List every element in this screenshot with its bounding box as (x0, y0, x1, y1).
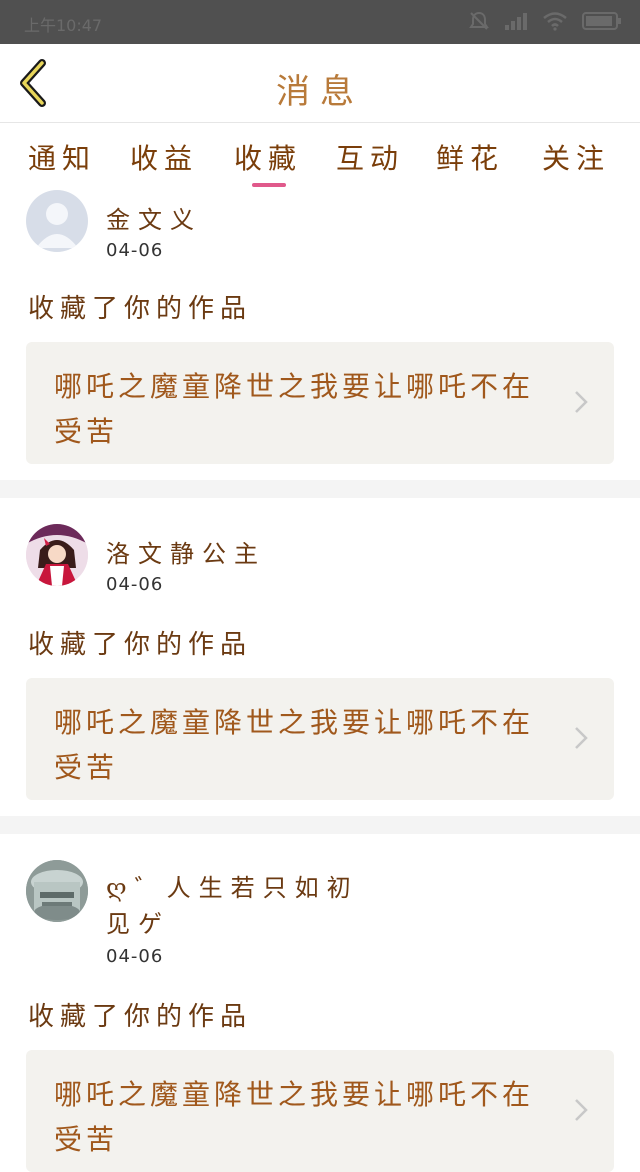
message-date: 04-06 (106, 574, 164, 595)
chevron-right-icon (575, 1099, 588, 1121)
user-name[interactable]: 洛文静公主 (106, 534, 266, 569)
work-link[interactable]: 哪吒之魔童降世之我要让哪吒不在受苦 (26, 678, 614, 800)
mute-icon (469, 11, 489, 30)
tab-flowers[interactable]: 鲜花 (436, 137, 504, 177)
status-time: 上午10:47 (24, 16, 103, 35)
message-item: ღ゛人生若只如初见ゲ 04-06 收藏了你的作品 哪吒之魔童降世之我要让哪吒不在… (0, 834, 640, 1172)
tab-notice[interactable]: 通知 (28, 137, 96, 177)
wifi-icon (543, 12, 567, 31)
message-action: 收藏了你的作品 (28, 1002, 253, 1032)
message-action: 收藏了你的作品 (28, 630, 253, 660)
chevron-right-icon (575, 391, 588, 413)
message-date: 04-06 (106, 240, 164, 261)
divider (0, 816, 640, 834)
status-icons (468, 10, 622, 32)
user-name[interactable]: 金文义 (106, 200, 202, 235)
status-bar: 上午10:47 (0, 0, 640, 44)
work-link[interactable]: 哪吒之魔童降世之我要让哪吒不在受苦 (26, 342, 614, 464)
divider (0, 480, 640, 498)
message-item: 洛文静公主 04-06 收藏了你的作品 哪吒之魔童降世之我要让哪吒不在受苦 (0, 498, 640, 816)
page-title: 消息 (276, 72, 364, 112)
tab-favorites[interactable]: 收藏 (234, 137, 302, 177)
tab-interactions[interactable]: 互动 (336, 137, 404, 177)
work-title: 哪吒之魔童降世之我要让哪吒不在受苦 (54, 370, 535, 448)
glass-avatar[interactable] (26, 860, 88, 922)
nav-bar: 消息 (0, 44, 640, 123)
anime-girl-avatar[interactable] (26, 524, 88, 586)
work-title: 哪吒之魔童降世之我要让哪吒不在受苦 (54, 1078, 535, 1156)
work-link[interactable]: 哪吒之魔童降世之我要让哪吒不在受苦 (26, 1050, 614, 1172)
signal-icon (505, 13, 527, 30)
message-date: 04-06 (106, 946, 164, 967)
chevron-right-icon (575, 727, 588, 749)
tab-bar: 通知 收益 收藏 互动 鲜花 关注 (0, 123, 640, 193)
battery-icon (582, 12, 621, 30)
tab-earnings[interactable]: 收益 (130, 137, 198, 177)
work-title: 哪吒之魔童降世之我要让哪吒不在受苦 (54, 706, 535, 784)
message-action: 收藏了你的作品 (28, 294, 253, 324)
message-item: 金文义 04-06 收藏了你的作品 哪吒之魔童降世之我要让哪吒不在受苦 (0, 190, 640, 480)
user-name[interactable]: ღ゛人生若只如初见ゲ (106, 870, 386, 942)
active-tab-indicator (252, 183, 286, 187)
tab-follows[interactable]: 关注 (542, 137, 610, 177)
default-avatar-icon[interactable] (26, 190, 88, 252)
